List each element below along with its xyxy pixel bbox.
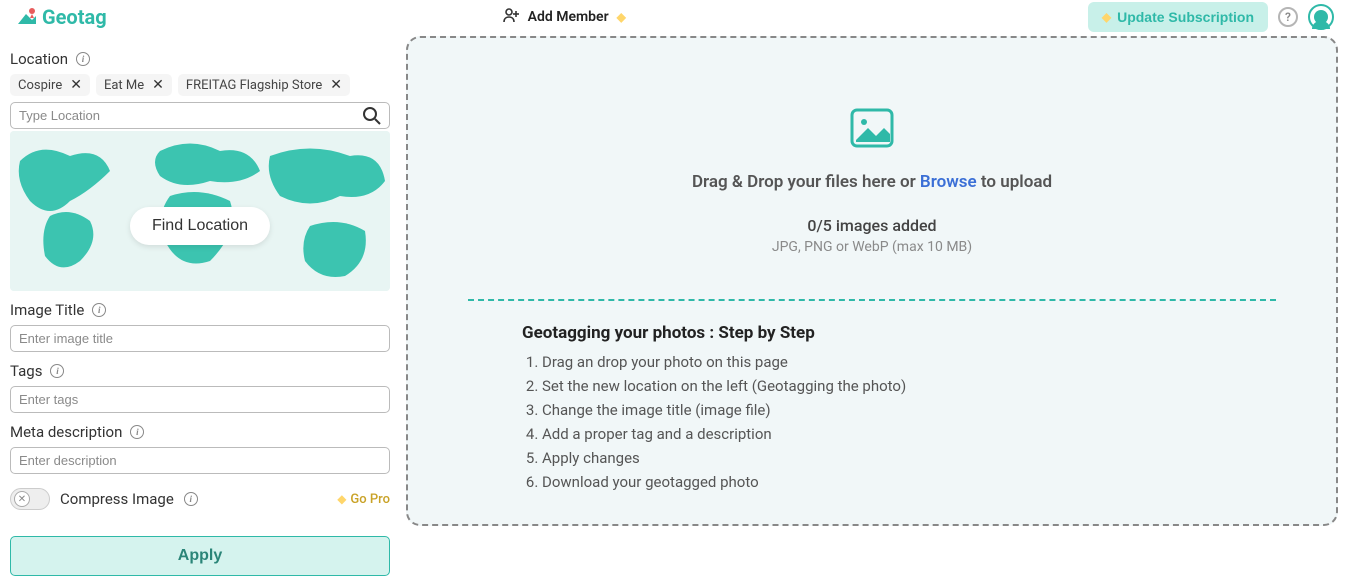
sidebar: Location Cospire✕ Eat Me✕ FREITAG Flagsh…	[10, 34, 390, 576]
info-icon[interactable]	[184, 492, 198, 506]
location-chip: Eat Me✕	[96, 74, 172, 96]
step-item: Set the new location on the left (Geotag…	[542, 377, 1222, 395]
tags-input[interactable]	[10, 386, 390, 413]
add-member-button[interactable]: Add Member ◆	[502, 6, 626, 28]
logo-icon	[14, 6, 40, 28]
upload-panel[interactable]: Drag & Drop your files here or Browse to…	[406, 36, 1338, 526]
step-item: Change the image title (image file)	[542, 401, 1222, 419]
avatar[interactable]	[1308, 4, 1334, 30]
update-subscription-button[interactable]: ◆ Update Subscription	[1088, 2, 1268, 32]
compress-toggle[interactable]: ✕	[10, 488, 50, 510]
go-pro-link[interactable]: ◆Go Pro	[337, 492, 390, 507]
find-location-button[interactable]: Find Location	[130, 207, 270, 245]
diamond-icon: ◆	[1102, 10, 1111, 24]
diamond-icon: ◆	[617, 10, 626, 24]
image-icon	[850, 108, 894, 148]
location-chip: Cospire✕	[10, 74, 90, 96]
map-preview: Find Location	[10, 131, 390, 291]
step-item: Drag an drop your photo on this page	[542, 353, 1222, 371]
drop-text: Drag & Drop your files here or Browse to…	[468, 172, 1276, 192]
steps-list: Drag an drop your photo on this page Set…	[522, 353, 1222, 491]
steps-title: Geotagging your photos : Step by Step	[522, 323, 1222, 343]
step-item: Apply changes	[542, 449, 1222, 467]
info-icon[interactable]	[76, 52, 90, 66]
close-icon[interactable]: ✕	[152, 77, 164, 93]
browse-link[interactable]: Browse	[920, 172, 977, 192]
meta-input[interactable]	[10, 447, 390, 474]
diamond-icon: ◆	[337, 492, 346, 506]
add-member-label: Add Member	[528, 9, 609, 25]
image-title-input[interactable]	[10, 325, 390, 352]
apply-button[interactable]: Apply	[10, 536, 390, 576]
help-icon[interactable]: ?	[1278, 7, 1298, 27]
close-icon[interactable]: ✕	[70, 77, 82, 93]
info-icon[interactable]	[130, 425, 144, 439]
tags-label: Tags	[10, 362, 42, 380]
brand-text: Geotag	[42, 5, 107, 29]
location-chip: FREITAG Flagship Store✕	[178, 74, 350, 96]
compress-label: Compress Image	[60, 490, 174, 508]
upload-count: 0/5 images added	[468, 216, 1276, 235]
search-icon[interactable]	[362, 106, 382, 126]
upload-hint: JPG, PNG or WebP (max 10 MB)	[468, 239, 1276, 255]
add-member-icon	[502, 6, 520, 28]
close-icon[interactable]: ✕	[330, 77, 342, 93]
divider	[468, 299, 1276, 301]
image-title-label: Image Title	[10, 301, 84, 319]
info-icon[interactable]	[50, 364, 64, 378]
update-subscription-label: Update Subscription	[1117, 9, 1254, 25]
location-label: Location	[10, 50, 68, 68]
info-icon[interactable]	[92, 303, 106, 317]
brand-logo[interactable]: Geotag	[14, 5, 107, 29]
step-item: Download your geotagged photo	[542, 473, 1222, 491]
step-item: Add a proper tag and a description	[542, 425, 1222, 443]
location-input[interactable]	[10, 102, 390, 129]
location-chips: Cospire✕ Eat Me✕ FREITAG Flagship Store✕	[10, 74, 390, 96]
meta-label: Meta description	[10, 423, 122, 441]
